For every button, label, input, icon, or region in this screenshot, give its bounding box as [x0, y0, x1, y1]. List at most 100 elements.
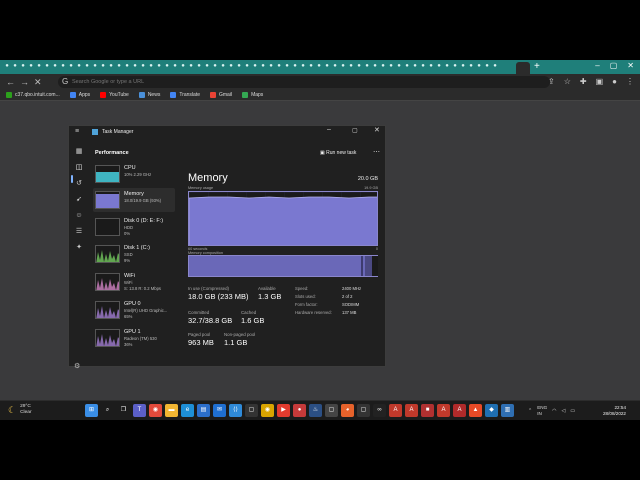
tab-favicon[interactable]: ● — [100, 63, 106, 70]
steam-icon[interactable]: ♨ — [309, 404, 322, 417]
tab-favicon[interactable]: ● — [148, 63, 154, 70]
sidepanel-icon[interactable]: ▣ — [596, 77, 604, 86]
mail-icon[interactable]: ✉ — [213, 404, 226, 417]
tab-favicon[interactable]: ● — [380, 63, 386, 70]
tab-favicon[interactable]: ● — [372, 63, 378, 70]
tab-favicon[interactable]: ● — [268, 63, 274, 70]
firefox-icon[interactable]: ◕ — [341, 404, 354, 417]
file-explorer-icon[interactable]: ▬ — [165, 404, 178, 417]
users-icon[interactable]: ☺ — [75, 212, 83, 220]
resource-item-disk[interactable]: Disk 0 (D: E: F:) HDD 0% — [93, 215, 175, 239]
acrobat-icon[interactable]: A — [389, 404, 402, 417]
chrome-alt-icon[interactable]: ◉ — [261, 404, 274, 417]
tab-favicon[interactable]: ● — [356, 63, 362, 70]
acrobat-icon[interactable]: A — [405, 404, 418, 417]
tab-favicon[interactable]: ● — [188, 63, 194, 70]
resource-item-disk[interactable]: Disk 1 (C:) SSD 9% — [93, 242, 175, 266]
tab-favicon[interactable]: ● — [212, 63, 218, 70]
close-icon[interactable]: ✕ — [627, 61, 634, 70]
acrobat-icon[interactable]: A — [437, 404, 450, 417]
run-new-task-button[interactable]: ▣ Run new task — [320, 150, 356, 156]
tab-favicon[interactable]: ● — [332, 63, 338, 70]
more-options-icon[interactable]: ⋯ — [373, 148, 380, 156]
record-icon[interactable]: ● — [293, 404, 306, 417]
forward-icon[interactable]: → — [20, 77, 29, 87]
close-icon[interactable]: ✕ — [374, 126, 380, 134]
clock[interactable]: 22:54 28/08/2022 — [603, 405, 626, 417]
tab-favicon[interactable]: ● — [92, 63, 98, 70]
tab-favicon[interactable]: ● — [132, 63, 138, 70]
tab-favicon[interactable]: ● — [452, 63, 458, 70]
tab-favicon[interactable]: ● — [364, 63, 370, 70]
volume-icon[interactable]: ◁ — [562, 408, 566, 414]
stop-icon[interactable]: ✕ — [34, 77, 42, 88]
tab-favicon[interactable]: ● — [260, 63, 266, 70]
tab-favicon[interactable]: ● — [284, 63, 290, 70]
tab-favicon[interactable]: ● — [420, 63, 426, 70]
tab-favicon[interactable]: ● — [348, 63, 354, 70]
tab-favicon[interactable]: ● — [140, 63, 146, 70]
media-icon[interactable]: ■ — [421, 404, 434, 417]
tab-favicon[interactable]: ● — [252, 63, 258, 70]
netflix-icon[interactable]: ∞ — [373, 404, 386, 417]
tab-favicon[interactable]: ● — [36, 63, 42, 70]
tab-favicon[interactable]: ● — [164, 63, 170, 70]
tab-favicon[interactable]: ● — [300, 63, 306, 70]
resource-item-cpu[interactable]: CPU 10% 2.29 GHz — [93, 162, 175, 186]
tab-favicon[interactable]: ● — [492, 63, 498, 70]
tab-favicon[interactable]: ● — [412, 63, 418, 70]
app-history-icon[interactable]: ↺ — [75, 180, 83, 188]
tab-favicon[interactable]: ● — [204, 63, 210, 70]
processes-icon[interactable]: ▦ — [75, 148, 83, 156]
tab-favicon[interactable]: ● — [404, 63, 410, 70]
tab-icons[interactable]: ● ● ● ● ● ● ● ● ● ● ● ● ● ● ● ● ● ● ● ● ● ● ● ● ● ● ● ● ● ● ● ● ● ● ● ● ● ● ● ●… — [4, 63, 514, 71]
store-icon[interactable]: ▤ — [197, 404, 210, 417]
minimize-icon[interactable]: – — [595, 61, 599, 70]
bookmark-star-icon[interactable]: ☆ — [564, 77, 571, 86]
tab-favicon[interactable]: ● — [308, 63, 314, 70]
search-icon[interactable]: ⌕ — [101, 404, 114, 417]
tab-favicon[interactable]: ● — [156, 63, 162, 70]
language-indicator[interactable]: ENG IN — [537, 405, 547, 417]
tab-favicon[interactable]: ● — [196, 63, 202, 70]
youtube-icon[interactable]: ▶ — [277, 404, 290, 417]
tab-favicon[interactable]: ● — [244, 63, 250, 70]
omnibox-input[interactable] — [72, 77, 472, 87]
back-icon[interactable]: ← — [6, 77, 15, 87]
startup-apps-icon[interactable]: ➹ — [75, 196, 83, 204]
tab-favicon[interactable]: ● — [68, 63, 74, 70]
bookmark-item[interactable]: News — [138, 92, 160, 98]
new-tab-button[interactable]: + — [534, 61, 540, 72]
tab-favicon[interactable]: ● — [396, 63, 402, 70]
tab-favicon[interactable]: ● — [124, 63, 130, 70]
tab-favicon[interactable]: ● — [444, 63, 450, 70]
app-icon[interactable]: ▢ — [357, 404, 370, 417]
tab-favicon[interactable]: ● — [4, 63, 10, 70]
tab-favicon[interactable]: ● — [180, 63, 186, 70]
bookmark-item[interactable]: c37.qbo.intuit.com... — [6, 92, 60, 98]
app-icon[interactable]: ▢ — [245, 404, 258, 417]
maximize-icon[interactable]: ▢ — [352, 127, 358, 134]
resource-item-gpu[interactable]: GPU 1 Radeon (TM) 530 36% — [93, 326, 175, 350]
vscode-icon[interactable]: ⟨⟩ — [229, 404, 242, 417]
resource-item-wifi[interactable]: WiFi WiFi S: 13.8 R: 0.2 Mbps — [93, 270, 175, 294]
tab-favicon[interactable]: ● — [28, 63, 34, 70]
tab-favicon[interactable]: ● — [436, 63, 442, 70]
chrome-icon[interactable]: ◉ — [149, 404, 162, 417]
details-icon[interactable]: ☰ — [75, 228, 83, 236]
bookmark-item[interactable]: Apps — [69, 92, 90, 98]
acrobat-icon[interactable]: A — [453, 404, 466, 417]
hamburger-icon[interactable]: ≡ — [75, 128, 79, 135]
tab-favicon[interactable]: ● — [388, 63, 394, 70]
bookmark-item[interactable]: Translate — [170, 92, 200, 98]
tab-favicon[interactable]: ● — [116, 63, 122, 70]
battery-icon[interactable]: ▭ — [570, 408, 575, 414]
tab-favicon[interactable]: ● — [460, 63, 466, 70]
wifi-icon[interactable]: ◠ — [552, 408, 556, 414]
tab-favicon[interactable]: ● — [340, 63, 346, 70]
tab-favicon[interactable]: ● — [428, 63, 434, 70]
tab-favicon[interactable]: ● — [236, 63, 242, 70]
resource-item-memory[interactable]: Memory 18.0/19.9 GB (93%) — [93, 188, 175, 212]
teams-icon[interactable]: T — [133, 404, 146, 417]
task-view-icon[interactable]: ❐ — [117, 404, 130, 417]
